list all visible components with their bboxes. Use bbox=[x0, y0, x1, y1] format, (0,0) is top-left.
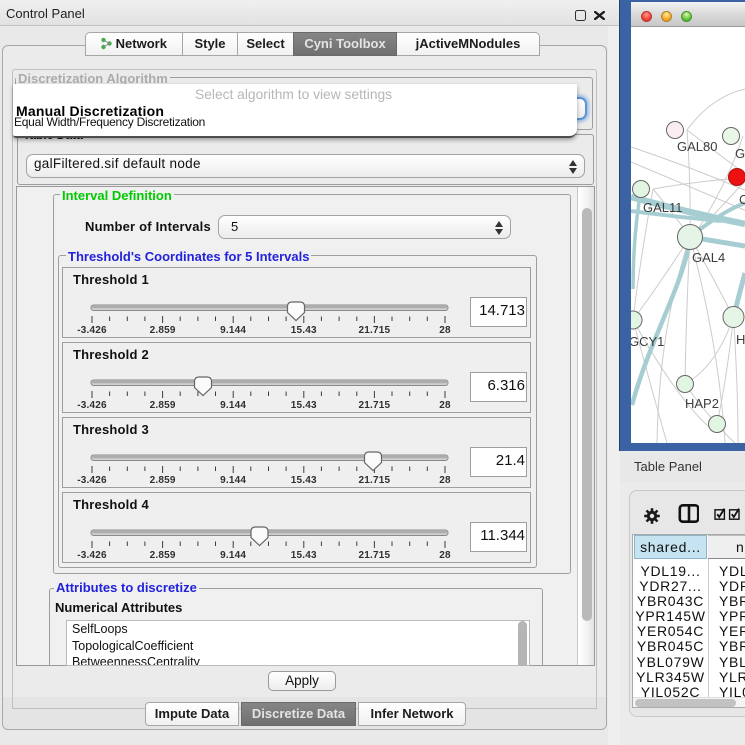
svg-text:GAL11: GAL11 bbox=[643, 200, 683, 215]
svg-text:GAL4: GAL4 bbox=[692, 250, 725, 265]
svg-text:28: 28 bbox=[439, 475, 451, 486]
svg-text:H: H bbox=[736, 332, 745, 347]
svg-text:-3.426: -3.426 bbox=[77, 400, 107, 411]
svg-text:G.: G. bbox=[735, 146, 745, 161]
svg-text:15.43: 15.43 bbox=[291, 325, 317, 336]
svg-text:2.859: 2.859 bbox=[150, 325, 176, 336]
svg-text:21.715: 21.715 bbox=[359, 550, 391, 561]
svg-text:9.144: 9.144 bbox=[220, 325, 246, 336]
svg-text:21.715: 21.715 bbox=[359, 400, 391, 411]
svg-text:GAL80: GAL80 bbox=[677, 139, 717, 154]
svg-text:15.43: 15.43 bbox=[291, 400, 317, 411]
svg-text:-3.426: -3.426 bbox=[77, 550, 107, 561]
svg-text:28: 28 bbox=[439, 550, 451, 561]
svg-text:-3.426: -3.426 bbox=[77, 475, 107, 486]
svg-text:2.859: 2.859 bbox=[150, 475, 176, 486]
svg-text:C: C bbox=[739, 192, 745, 207]
svg-text:21.715: 21.715 bbox=[359, 325, 391, 336]
svg-text:21.715: 21.715 bbox=[359, 475, 391, 486]
svg-text:15.43: 15.43 bbox=[291, 550, 317, 561]
svg-text:9.144: 9.144 bbox=[220, 475, 246, 486]
svg-text:9.144: 9.144 bbox=[220, 550, 246, 561]
svg-text:9.144: 9.144 bbox=[220, 400, 246, 411]
svg-text:2.859: 2.859 bbox=[150, 550, 176, 561]
svg-text:2.859: 2.859 bbox=[150, 400, 176, 411]
svg-text:28: 28 bbox=[439, 325, 451, 336]
svg-text:-3.426: -3.426 bbox=[77, 325, 107, 336]
svg-text:28: 28 bbox=[439, 400, 451, 411]
svg-text:HAP2: HAP2 bbox=[685, 396, 719, 411]
svg-text:GCY1: GCY1 bbox=[631, 334, 664, 349]
svg-text:15.43: 15.43 bbox=[291, 475, 317, 486]
